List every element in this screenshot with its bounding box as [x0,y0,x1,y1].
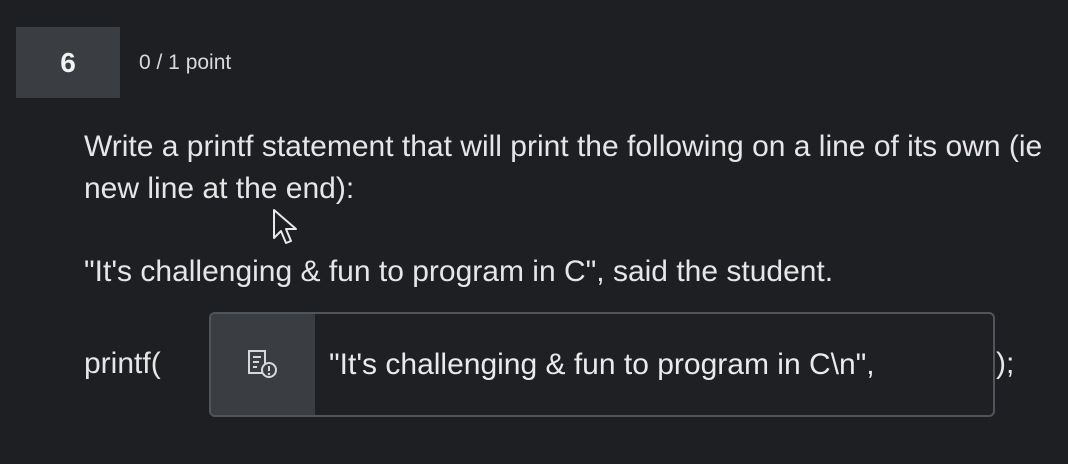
target-output-text: "It's challenging & fun to program in C"… [84,255,834,288]
question-number-badge: 6 [16,27,120,98]
mouse-pointer-icon [273,209,297,244]
code-prefix: printf( [84,347,161,380]
incorrect-answer-icon [248,349,277,378]
question-number: 6 [60,46,76,78]
question-points: 0 / 1 point [139,51,232,74]
answer-value: "It's challenging & fun to program in C\… [329,348,875,381]
question-card: 6 0 / 1 point Write a printf statement t… [0,0,1068,464]
answer-status-cell [211,314,315,415]
code-suffix: ); [996,347,1015,380]
question-prompt: Write a printf statement that will print… [84,130,1043,205]
answer-field[interactable]: "It's challenging & fun to program in C\… [209,312,995,417]
